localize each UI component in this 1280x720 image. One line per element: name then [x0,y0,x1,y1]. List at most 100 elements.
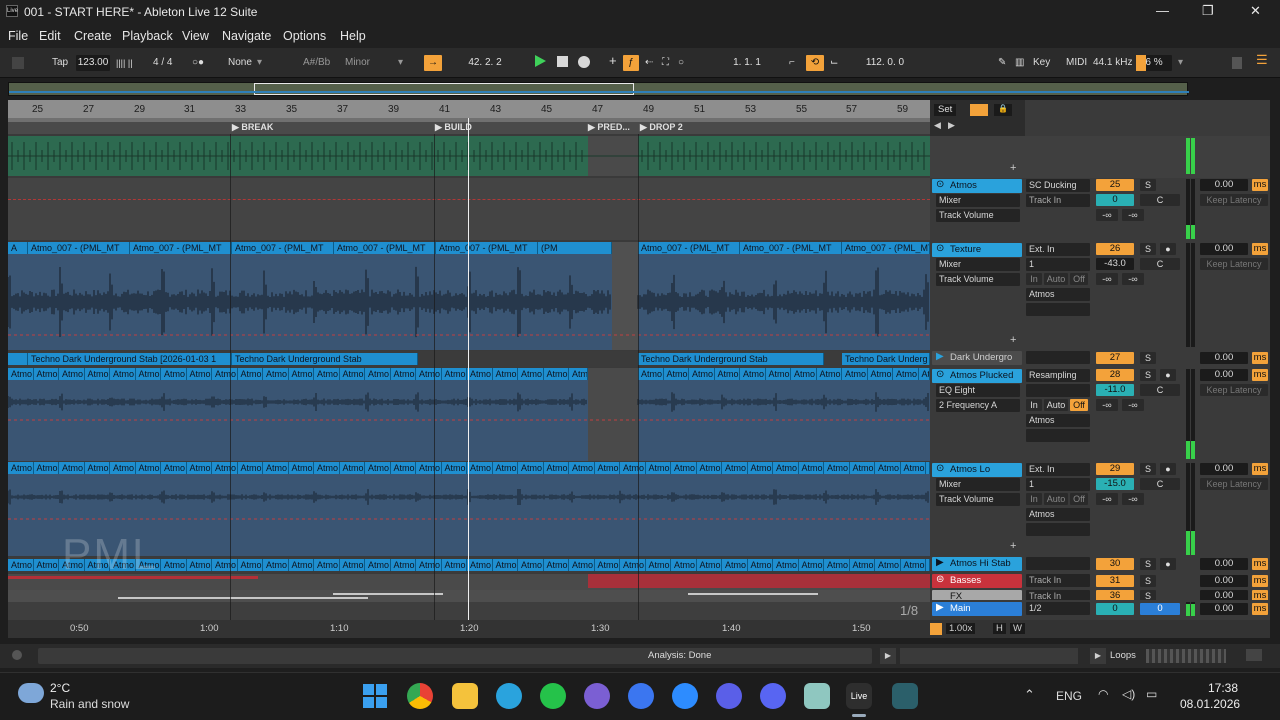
clip-header[interactable]: Atmo [237,559,263,571]
clip-header[interactable]: Atmo [798,559,824,571]
clip-header[interactable]: Atmo [416,559,442,571]
clip-header[interactable]: Atmo [824,559,850,571]
clip-header[interactable]: Atmo [900,559,926,571]
track-delay[interactable]: 0.00 [1200,463,1248,475]
input-channel-select[interactable]: 1 [1026,258,1090,271]
song-position-field[interactable]: 42. 2. 2 [450,55,520,71]
input-type-select[interactable]: Ext. In [1026,463,1090,476]
clip-header[interactable]: Atmo [671,559,697,571]
clip-header[interactable]: Atmo [645,559,671,571]
clip-header[interactable]: Techno Dark Underg [842,353,930,365]
locator-lane[interactable]: ▶ BREAK ▶ BUILD ▶ PRED... ▶ DROP 2 [8,122,930,134]
metronome-icon[interactable]: ○● [192,55,204,71]
delay-unit[interactable]: ms [1252,369,1268,381]
overdub-icon[interactable]: + [609,53,617,69]
clip-header[interactable]: Atmo [161,559,187,571]
solo-button[interactable]: S [1140,575,1156,587]
track-delay[interactable]: 0.00 [1200,558,1248,570]
menu-file[interactable]: File [8,29,28,43]
device-chooser[interactable]: Mixer [936,194,1020,207]
monitor-auto-button[interactable]: Auto [1044,273,1068,285]
clip-header[interactable]: Atmo [467,559,493,571]
input-type-select[interactable]: Track In [1026,574,1090,587]
volume-field[interactable]: -43.0 [1096,258,1134,270]
fold-icon[interactable]: ▶ [936,557,944,568]
clip-header[interactable]: Atmo [186,559,212,571]
pan-field[interactable]: 0 [1140,603,1180,615]
weather-desc[interactable]: Rain and snow [50,697,129,711]
clip-header[interactable]: Atmo [722,559,748,571]
loops-label[interactable]: Loops [1110,650,1136,661]
track-name-main[interactable]: Main [932,602,1022,616]
pan-field[interactable]: C [1140,194,1180,206]
clip-header[interactable]: Atmo [365,559,391,571]
track-number[interactable]: 25 [1096,179,1134,191]
parameter-chooser[interactable]: Track Volume [936,493,1020,506]
session-record-icon[interactable]: ○ [678,55,684,71]
tray-chevron-icon[interactable]: ⌃ [1024,687,1035,703]
draw-mode-icon[interactable]: ✎ [998,55,1006,71]
track-number[interactable]: 26 [1096,243,1134,255]
zoom-icon-app[interactable] [672,683,698,709]
main-track-lane[interactable]: 1/8 [8,602,930,620]
track-name-atmos-lo[interactable]: Atmos Lo [932,463,1022,477]
time-ruler[interactable]: 0:50 1:00 1:10 1:20 1:30 1:40 1:50 1.00x… [8,620,1270,638]
delay-unit[interactable]: ms [1252,243,1268,255]
clock-time[interactable]: 17:38 [1208,681,1238,695]
automation-arm-icon[interactable]: ƒ [623,55,639,71]
minimize-button[interactable]: — [1156,3,1169,18]
telegram-icon[interactable] [496,683,522,709]
solo-button[interactable]: S [1140,369,1156,381]
zoom-rate-field[interactable]: 1.00x [946,623,976,634]
solo-button[interactable]: S [1140,352,1156,364]
output-select[interactable]: Atmos [1026,508,1090,521]
time-signature-field[interactable]: 4 / 4 [153,55,172,71]
arm-button[interactable]: ● [1160,243,1176,255]
clip-header[interactable]: Atmo [339,559,365,571]
capture-icon[interactable]: ⛶ [662,55,669,71]
arm-button[interactable]: ● [1160,369,1176,381]
ableton-live-taskbar-icon[interactable]: Live [846,683,872,709]
record-icon[interactable] [578,56,590,68]
send-a-field[interactable]: -∞ [1096,493,1118,505]
solo-button[interactable]: S [1140,179,1156,191]
volume-field[interactable]: -11.0 [1096,384,1134,396]
keep-latency-button[interactable]: Keep Latency [1200,478,1268,490]
texture-track-lane[interactable]: A Atmo_007 - (PML_MT Atmo_007 - (PML_MT … [8,242,930,350]
atmos-track-lane[interactable] [8,178,930,240]
device-chooser[interactable]: EQ Eight [936,384,1020,397]
fold-icon[interactable]: ⊙ [936,179,944,190]
volume-field[interactable]: 0 [1096,603,1134,615]
midi-map-button[interactable]: MIDI [1066,55,1087,71]
fold-icon[interactable]: ⊙ [936,369,944,380]
track-delay[interactable]: 0.00 [1200,590,1248,600]
group-track-lane[interactable] [8,136,930,176]
clip-header[interactable]: Techno Dark Underground Stab [638,353,824,365]
fold-icon[interactable]: ⊙ [936,243,944,254]
send-b-field[interactable]: -∞ [1122,399,1144,411]
monitor-auto-button[interactable]: Auto [1044,399,1068,411]
signal-icon[interactable] [716,683,742,709]
track-name-atmos-hi-stab[interactable]: Atmos Hi Stab [932,557,1022,571]
locator-predrop[interactable]: ▶ PRED... [588,122,630,133]
solo-button[interactable]: S [1140,558,1156,570]
menu-help[interactable]: Help [340,29,366,43]
clip-header[interactable]: Atmo [875,559,901,571]
clip-header[interactable]: Atmo [212,559,238,571]
key-select[interactable]: A#/Bb [303,55,330,71]
solo-button[interactable]: S [1140,463,1156,475]
scale-select[interactable]: Minor [345,55,370,71]
track-number[interactable]: 36 [1096,590,1134,600]
locator-break[interactable]: ▶ BREAK [232,122,273,133]
track-name-atmos[interactable]: Atmos [932,179,1022,193]
track-number[interactable]: 31 [1096,575,1134,587]
output-channel-select[interactable]: 1/2 [1026,602,1090,615]
track-name-texture[interactable]: Texture [932,243,1022,257]
app-icon[interactable] [892,683,918,709]
arm-button[interactable]: ● [1160,463,1176,475]
track-number[interactable]: 29 [1096,463,1134,475]
clip-header[interactable]: Atmo [314,559,340,571]
clip-header[interactable]: Techno Dark Underground Stab [232,353,418,365]
pan-field[interactable]: C [1140,258,1180,270]
arrangement-overview[interactable] [8,82,1189,96]
